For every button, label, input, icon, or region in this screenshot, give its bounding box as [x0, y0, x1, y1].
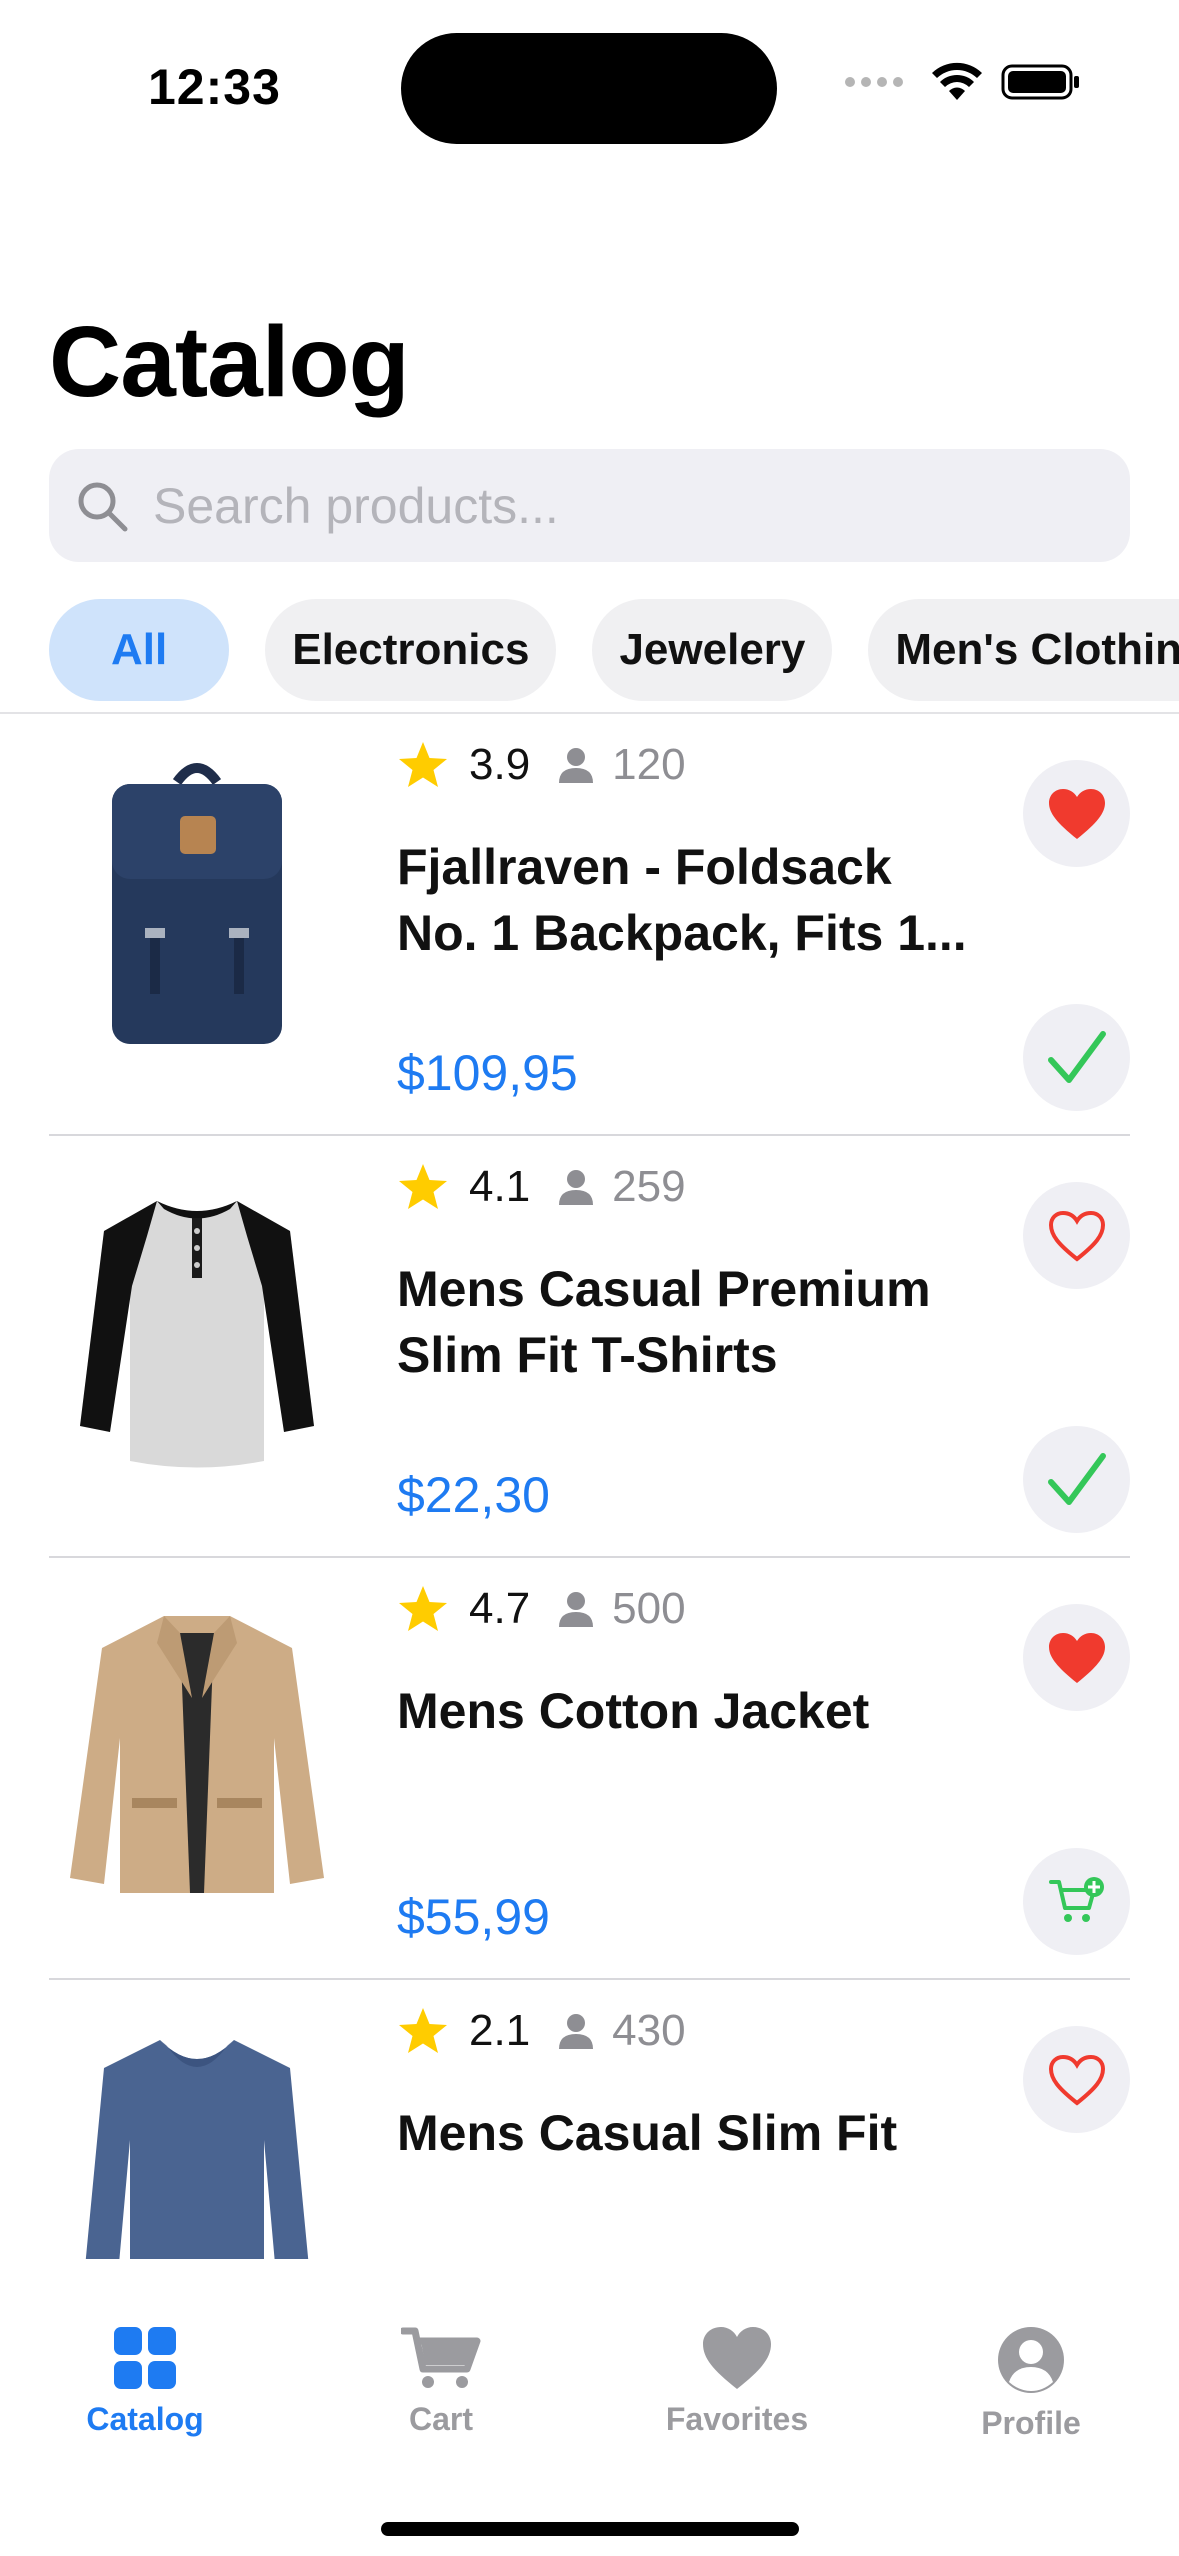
star-icon	[399, 1586, 447, 1631]
rating-value: 4.7	[469, 1584, 531, 1633]
product-name-line: Mens Cotton Jacket	[397, 1683, 870, 1739]
product-price: $109,95	[397, 1045, 578, 1101]
product-name-line: Fjallraven - Foldsack	[397, 839, 892, 895]
in-cart-button[interactable]	[1023, 1426, 1130, 1533]
favorite-button[interactable]	[1023, 2026, 1130, 2133]
heart-filled-icon	[1048, 1632, 1105, 1683]
add-to-cart-button[interactable]	[1023, 1848, 1130, 1955]
search-icon	[78, 482, 128, 531]
catalog-screen: 12:33 Catalog All Electronics Jewelery M…	[0, 0, 1179, 2556]
rating-line: 4.7 500	[397, 1584, 686, 1634]
tab-label: Profile	[981, 2405, 1081, 2441]
product-row[interactable]: 4.7 500 Mens Cotton Jacket $55,99	[0, 1558, 1179, 1980]
category-filter: All Electronics Jewelery Men's Clothing	[49, 599, 1179, 701]
rating-line: 4.1 259	[397, 1162, 686, 1212]
product-name-line: Mens Casual Slim Fit	[397, 2105, 898, 2161]
home-indicator[interactable]	[381, 2522, 799, 2536]
heart-icon	[703, 2327, 771, 2389]
checkmark-icon	[1047, 1030, 1106, 1083]
star-icon	[399, 1164, 447, 1209]
cellular-signal-icon	[845, 77, 903, 87]
grid-icon	[114, 2327, 176, 2389]
checkmark-icon	[1047, 1452, 1106, 1505]
rating-value: 2.1	[469, 2006, 531, 2055]
rating-value: 4.1	[469, 1162, 531, 1211]
favorite-button[interactable]	[1023, 760, 1130, 867]
product-price: $55,99	[397, 1889, 550, 1945]
rating-line: 3.9 120	[397, 740, 686, 790]
rating-line: 2.1 430	[397, 2006, 686, 2056]
tab-cart[interactable]: Cart	[341, 2325, 541, 2438]
review-count: 500	[612, 1584, 686, 1633]
dynamic-island	[401, 33, 777, 144]
product-name-line: No. 1 Backpack, Fits 1...	[397, 905, 967, 961]
tab-catalog[interactable]: Catalog	[45, 2325, 245, 2438]
rating-value: 3.9	[469, 740, 531, 789]
heart-filled-icon	[1048, 788, 1105, 839]
favorite-button[interactable]	[1023, 1182, 1130, 1289]
tab-label: Favorites	[665, 2401, 809, 2437]
longsleeve-image	[85, 2040, 309, 2259]
person-icon	[559, 748, 594, 783]
product-row[interactable]: 4.1 259 Mens Casual Premium Slim Fit T-S…	[0, 1136, 1179, 1558]
product-list[interactable]: 3.9 120 Fjallraven - Foldsack No. 1 Back…	[0, 714, 1179, 2259]
category-chip-electronics[interactable]: Electronics	[265, 599, 557, 701]
product-row[interactable]: 3.9 120 Fjallraven - Foldsack No. 1 Back…	[0, 714, 1179, 1136]
tshirt-image	[80, 1201, 314, 1468]
product-name[interactable]: Mens Casual Slim Fit	[397, 2100, 997, 2166]
person-icon	[559, 1592, 594, 1627]
tab-bar: Catalog Cart Favorites Profile	[0, 2259, 1179, 2556]
category-chip-mens-clothing[interactable]: Men's Clothing	[868, 599, 1179, 701]
cart-icon	[401, 2327, 481, 2388]
tab-label: Cart	[408, 2401, 473, 2437]
battery-icon	[1001, 64, 1079, 100]
product-name[interactable]: Mens Casual Premium Slim Fit T-Shirts	[397, 1256, 997, 1388]
person-icon	[559, 2014, 594, 2049]
person-icon	[998, 2327, 1064, 2393]
review-count: 259	[612, 1162, 686, 1211]
cart-plus-icon	[1048, 1876, 1104, 1922]
in-cart-button[interactable]	[1023, 1004, 1130, 1111]
product-row[interactable]: 2.1 430 Mens Casual Slim Fit	[0, 1980, 1179, 2259]
review-count: 430	[612, 2006, 686, 2055]
search-bar[interactable]	[49, 449, 1130, 562]
product-name[interactable]: Fjallraven - Foldsack No. 1 Backpack, Fi…	[397, 834, 997, 966]
product-name[interactable]: Mens Cotton Jacket	[397, 1678, 997, 1744]
backpack-image	[112, 763, 282, 1044]
category-chip-jewelery[interactable]: Jewelery	[592, 599, 833, 701]
tab-profile[interactable]: Profile	[931, 2325, 1131, 2442]
person-icon	[559, 1170, 594, 1205]
wifi-icon	[932, 62, 982, 100]
product-name-line: Mens Casual Premium	[397, 1261, 931, 1317]
page-title: Catalog	[49, 306, 410, 418]
heart-outline-icon	[1048, 2054, 1105, 2106]
review-count: 120	[612, 740, 686, 789]
product-name-line: Slim Fit T-Shirts	[397, 1327, 778, 1383]
star-icon	[399, 742, 447, 787]
status-time: 12:33	[148, 59, 281, 115]
product-price: $22,30	[397, 1467, 550, 1523]
favorite-button[interactable]	[1023, 1604, 1130, 1711]
star-icon	[399, 2008, 447, 2053]
status-icons	[845, 62, 1081, 102]
search-input[interactable]	[151, 475, 1055, 536]
tab-favorites[interactable]: Favorites	[637, 2325, 837, 2438]
tab-label: Catalog	[86, 2401, 204, 2437]
category-chip-all[interactable]: All	[49, 599, 230, 701]
jacket-image	[70, 1616, 324, 1893]
heart-outline-icon	[1048, 1210, 1105, 1262]
